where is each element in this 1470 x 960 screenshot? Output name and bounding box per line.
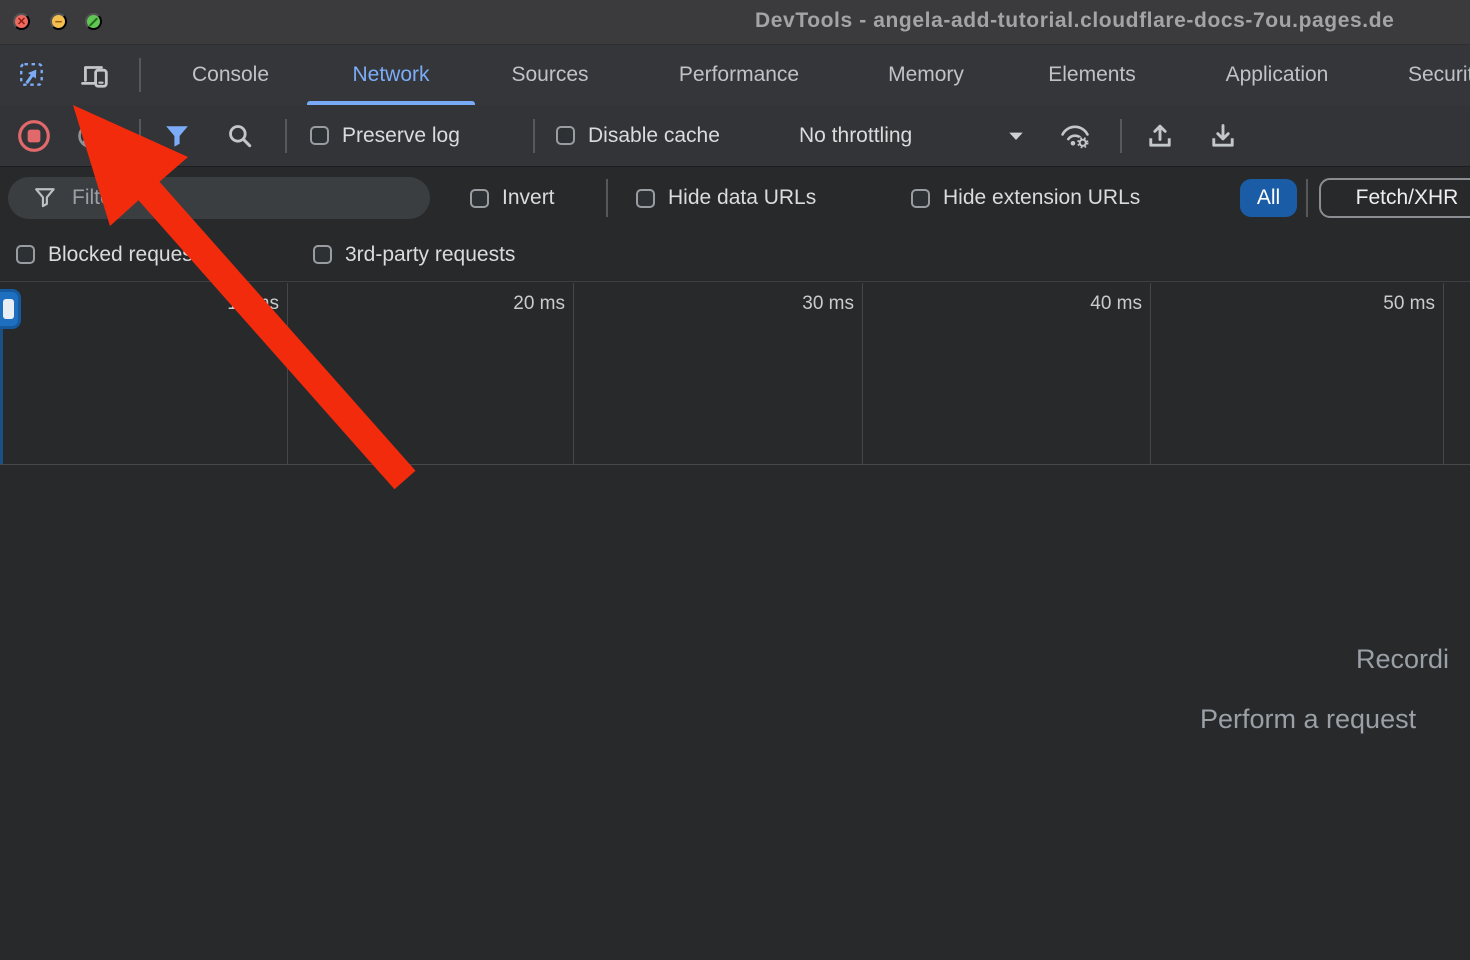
timeline-gridline — [862, 283, 863, 464]
timeline-gridline — [287, 283, 288, 464]
panel-tabs: Console Network Sources Performance Memo… — [160, 45, 1470, 105]
tab-memory[interactable]: Memory — [859, 45, 993, 105]
disable-cache-group: Disable cache — [556, 124, 720, 148]
invert-checkbox[interactable] — [470, 189, 489, 208]
tab-performance[interactable]: Performance — [619, 45, 859, 105]
invert-group: Invert — [470, 186, 555, 210]
empty-state-recording-text: Recordi — [1356, 644, 1449, 675]
timeline-tick-label: 50 ms — [1383, 293, 1435, 315]
toolbar-separator — [285, 119, 287, 153]
import-har-button[interactable] — [1145, 121, 1175, 151]
filter-input[interactable]: Filter — [8, 177, 430, 219]
titlebar: ✕ − DevTools - angela-add-tutorial.cloud… — [0, 0, 1470, 45]
filter-bar-row2: Blocked requests 3rd-party requests — [0, 228, 1470, 282]
disable-cache-label: Disable cache — [588, 124, 720, 148]
third-party-requests-group: 3rd-party requests — [313, 243, 515, 267]
export-har-button[interactable] — [1208, 121, 1238, 151]
network-conditions-wifi-gear-icon — [1058, 122, 1092, 150]
minimize-window-button[interactable]: − — [50, 13, 67, 30]
preserve-log-checkbox[interactable] — [310, 126, 329, 145]
invert-label: Invert — [502, 186, 555, 210]
timeline-origin-line — [0, 329, 3, 464]
timeline-gridline — [573, 283, 574, 464]
hide-extension-urls-group: Hide extension URLs — [911, 186, 1140, 210]
clipped-blue-badge-inner — [3, 299, 14, 319]
devtools-window: ✕ − DevTools - angela-add-tutorial.cloud… — [0, 0, 1470, 960]
toolbar-separator — [139, 119, 141, 153]
filterbar-separator — [1306, 179, 1308, 217]
blocked-requests-label: Blocked requests — [48, 243, 209, 267]
stop-recording-button[interactable] — [16, 118, 52, 154]
preserve-log-group: Preserve log — [310, 124, 460, 148]
network-toolbar: Preserve log Disable cache No throttling — [0, 105, 1470, 167]
timeline-tick-label: 40 ms — [1090, 293, 1142, 315]
timeline-tick-label: 10 ms — [227, 293, 279, 315]
toolbar-separator — [533, 119, 535, 153]
timeline-tick-label: 30 ms — [802, 293, 854, 315]
empty-state-hint-text: Perform a request — [1200, 704, 1416, 735]
network-overview-pane[interactable]: 10 ms 20 ms 30 ms 40 ms 50 ms — [0, 283, 1470, 465]
toggle-device-toolbar-icon — [79, 61, 109, 89]
request-type-all-chip[interactable]: All — [1240, 179, 1297, 217]
toggle-device-toolbar-button[interactable] — [72, 53, 116, 97]
hide-data-urls-label: Hide data URLs — [668, 186, 816, 210]
search-icon — [226, 122, 254, 150]
blocked-requests-group: Blocked requests — [16, 243, 209, 267]
request-type-fetch-xhr-chip[interactable]: Fetch/XHR — [1319, 178, 1470, 218]
export-har-download-icon — [1208, 121, 1238, 151]
tabbar-separator — [139, 58, 141, 92]
hide-data-urls-group: Hide data URLs — [636, 186, 816, 210]
stop-recording-icon — [16, 118, 52, 154]
throttling-select[interactable]: No throttling — [799, 124, 912, 148]
timeline-gridline — [1443, 283, 1444, 464]
search-button[interactable] — [226, 122, 254, 150]
network-conditions-button[interactable] — [1058, 122, 1092, 150]
import-har-upload-icon — [1145, 121, 1175, 151]
window-title: DevTools - angela-add-tutorial.cloudflar… — [755, 9, 1470, 33]
tab-application[interactable]: Application — [1191, 45, 1363, 105]
toolbar-separator — [1120, 119, 1122, 153]
clear-network-log-icon — [76, 122, 104, 150]
hide-extension-urls-label: Hide extension URLs — [943, 186, 1140, 210]
tab-elements[interactable]: Elements — [993, 45, 1191, 105]
clear-network-log-button[interactable] — [76, 122, 104, 150]
blocked-requests-checkbox[interactable] — [16, 245, 35, 264]
zoom-window-button[interactable] — [85, 13, 102, 30]
clipped-blue-badge — [0, 289, 21, 329]
tab-network[interactable]: Network — [301, 45, 481, 105]
third-party-requests-checkbox[interactable] — [313, 245, 332, 264]
tab-sources[interactable]: Sources — [481, 45, 619, 105]
disable-cache-checkbox[interactable] — [556, 126, 575, 145]
tab-console[interactable]: Console — [160, 45, 301, 105]
close-window-button[interactable]: ✕ — [13, 13, 30, 30]
third-party-requests-label: 3rd-party requests — [345, 243, 515, 267]
funnel-outline-icon — [34, 187, 58, 209]
chevron-down-icon[interactable] — [1008, 131, 1024, 140]
filter-funnel-icon — [164, 124, 190, 148]
hide-data-urls-checkbox[interactable] — [636, 189, 655, 208]
filter-placeholder: Filter — [72, 186, 119, 210]
timeline-gridline — [1150, 283, 1151, 464]
devtools-tabbar: Console Network Sources Performance Memo… — [0, 45, 1470, 105]
tab-security[interactable]: Security — [1363, 45, 1470, 105]
filterbar-separator — [606, 179, 608, 217]
filter-toggle-button[interactable] — [164, 124, 190, 148]
timeline-tick-label: 20 ms — [513, 293, 565, 315]
zoom-disabled-slash-icon — [89, 17, 98, 26]
filter-bar: Filter Invert Hide data URLs Hide extens… — [0, 168, 1470, 228]
preserve-log-label: Preserve log — [342, 124, 460, 148]
hide-extension-urls-checkbox[interactable] — [911, 189, 930, 208]
inspect-element-button[interactable] — [10, 53, 54, 97]
inspect-element-icon — [18, 61, 46, 89]
